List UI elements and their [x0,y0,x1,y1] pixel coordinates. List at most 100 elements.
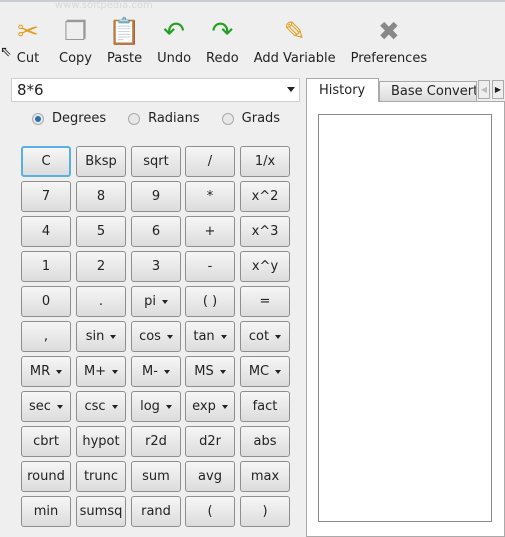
dropdown-arrow-icon [275,334,282,339]
key-label: x^3 [251,224,279,239]
key-button[interactable]: x^2 [240,181,290,212]
toolbar-preferences-button[interactable]: ✖ Preferences [351,14,427,66]
key-button[interactable]: min [21,496,71,527]
key-label: 4 [41,224,51,239]
key-button[interactable]: 0 [21,286,71,317]
radio-radians[interactable]: Radians [128,111,200,126]
key-button[interactable]: sum [131,461,181,492]
undo-icon: ↶ [163,17,185,47]
key-button[interactable]: hypot [76,426,126,457]
key-button[interactable]: sumsq [76,496,126,527]
key-button[interactable]: sqrt [131,146,181,177]
toolbar-add-variable-button[interactable]: ✎ Add Variable [254,14,336,66]
dropdown-arrow-icon [161,299,168,304]
tab-history[interactable]: History [306,78,379,102]
watermark: www.softpedia.com [55,0,153,11]
key-label: 5 [96,224,106,239]
key-button[interactable]: cbrt [21,426,71,457]
key-button[interactable]: exp [185,391,235,422]
key-button[interactable]: M+ [76,356,126,387]
key-button[interactable]: x^y [240,251,290,282]
history-list[interactable] [318,114,492,522]
key-button[interactable]: log [131,391,181,422]
key-button[interactable]: ) [240,496,290,527]
key-button[interactable]: max [240,461,290,492]
key-button[interactable]: sin [76,321,126,352]
key-button[interactable]: Bksp [76,146,126,177]
key-button[interactable]: fact [240,391,290,422]
tab-scroll-left-icon[interactable]: ◀ [478,80,490,99]
key-button[interactable]: 1 [21,251,71,282]
key-button[interactable]: - [185,251,235,282]
toolbar-undo-button[interactable]: ↶ Undo [157,14,191,66]
key-button[interactable]: 2 [76,251,126,282]
key-label: rand [141,504,171,519]
dropdown-arrow-icon [110,334,117,339]
toolbar-copy-button[interactable]: ❐ Copy [59,14,92,66]
key-label: Bksp [85,154,117,169]
key-label: 2 [96,259,106,274]
key-button[interactable]: 1/x [240,146,290,177]
key-button[interactable]: C [21,146,71,177]
radio-degrees[interactable]: Degrees [32,111,106,126]
key-button[interactable]: cot [240,321,290,352]
key-button[interactable]: MR [21,356,71,387]
key-button[interactable]: ( ) [185,286,235,317]
key-label: . [98,294,104,309]
key-button[interactable]: ( [185,496,235,527]
key-button[interactable]: 5 [76,216,126,247]
tab-label: History [319,83,366,98]
key-button[interactable]: tan [185,321,235,352]
key-button[interactable]: 9 [131,181,181,212]
dropdown-arrow-icon [221,404,228,409]
key-button[interactable]: , [21,321,71,352]
toolbar-cut-button[interactable]: ✂ Cut [12,14,44,66]
redo-icon: ↷ [211,17,234,47]
key-button[interactable]: r2d [131,426,181,457]
expression-input[interactable]: 8*6 [11,78,300,102]
key-button[interactable]: csc [76,391,126,422]
dropdown-arrow-icon [220,334,227,339]
key-button[interactable]: + [185,216,235,247]
key-label: 1/x [254,154,276,169]
key-button[interactable]: cos [131,321,181,352]
key-button[interactable]: 3 [131,251,181,282]
key-button[interactable]: / [185,146,235,177]
key-button[interactable]: = [240,286,290,317]
tab-base-converter[interactable]: Base Converter [379,81,477,101]
key-label: abs [253,434,277,449]
toolbar-paste-button[interactable]: 📋 Paste [107,14,142,66]
key-label: avg [198,469,222,484]
key-button[interactable]: 4 [21,216,71,247]
key-button[interactable]: 7 [21,181,71,212]
key-label: MC [248,364,270,379]
dropdown-arrow-icon [275,369,282,374]
key-button[interactable]: . [76,286,126,317]
key-button[interactable]: M- [131,356,181,387]
key-button[interactable]: sec [21,391,71,422]
toolbar-redo-button[interactable]: ↷ Redo [206,14,239,66]
key-button[interactable]: trunc [76,461,126,492]
key-button[interactable]: rand [131,496,181,527]
key-label: hypot [82,434,120,449]
key-button[interactable]: * [185,181,235,212]
chevron-down-icon[interactable] [287,87,295,92]
key-button[interactable]: avg [185,461,235,492]
key-button[interactable]: 6 [131,216,181,247]
key-label: d2r [199,434,221,449]
toolbar-label: Copy [59,51,92,66]
key-button[interactable]: x^3 [240,216,290,247]
radio-label: Grads [241,111,281,126]
dropdown-arrow-icon [165,404,172,409]
key-button[interactable]: MC [240,356,290,387]
key-button[interactable]: d2r [185,426,235,457]
key-button[interactable]: round [21,461,71,492]
key-label: max [250,469,280,484]
radio-label: Radians [148,111,200,126]
key-button[interactable]: pi [131,286,181,317]
tab-scroll-right-icon[interactable]: ▶ [492,80,504,99]
key-button[interactable]: MS [185,356,235,387]
key-button[interactable]: 8 [76,181,126,212]
key-button[interactable]: abs [240,426,290,457]
radio-grads[interactable]: Grads [221,111,281,126]
